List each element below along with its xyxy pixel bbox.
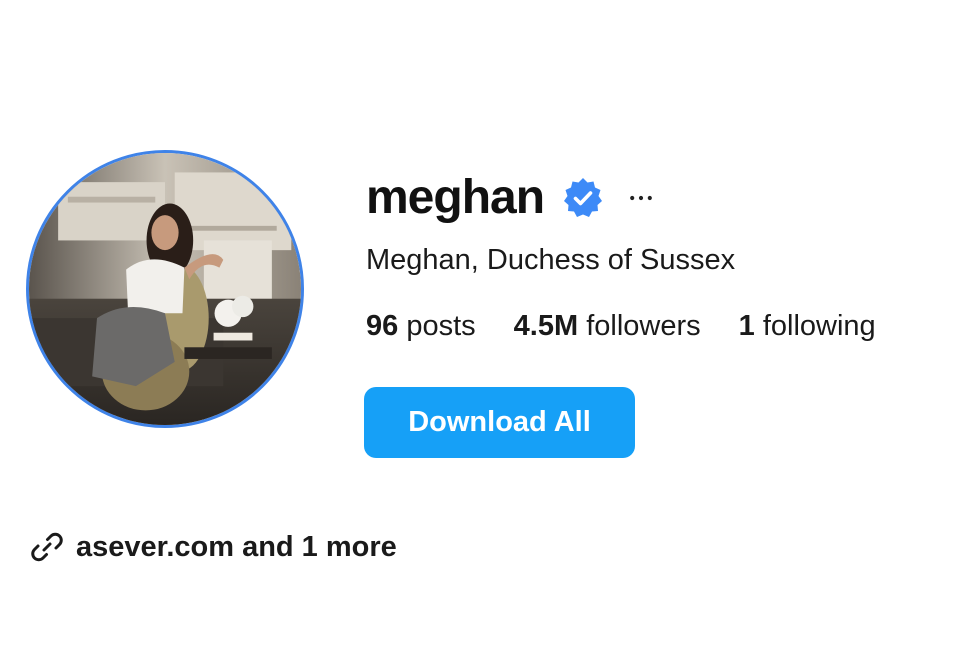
profile-avatar[interactable] [26, 150, 304, 428]
verified-badge-icon [562, 177, 604, 219]
following-label: following [762, 310, 876, 342]
followers-label: followers [586, 310, 701, 342]
posts-count: 96 [366, 310, 399, 342]
profile-username[interactable]: meghan [366, 174, 545, 222]
profile-stats: 96 posts 4.5M followers 1 following [366, 310, 876, 343]
following-stat[interactable]: 1 following [739, 310, 876, 343]
posts-stat[interactable]: 96 posts [366, 310, 476, 343]
posts-label: posts [406, 310, 476, 342]
followers-count: 4.5M [513, 310, 579, 342]
followers-stat[interactable]: 4.5M followers [514, 310, 701, 343]
link-icon [30, 530, 64, 564]
avatar-photo [29, 153, 301, 425]
more-options-icon[interactable] [626, 183, 656, 213]
links-text: asever.com and 1 more [76, 530, 397, 563]
profile-full-name: Meghan, Duchess of Sussex [366, 244, 736, 276]
following-count: 1 [738, 310, 755, 342]
profile-page: meghan Meghan, Duchess of Sussex 96 post… [0, 0, 980, 653]
profile-links[interactable]: asever.com and 1 more [30, 530, 397, 564]
username-row: meghan [366, 168, 656, 228]
download-all-button[interactable]: Download All [364, 387, 635, 458]
